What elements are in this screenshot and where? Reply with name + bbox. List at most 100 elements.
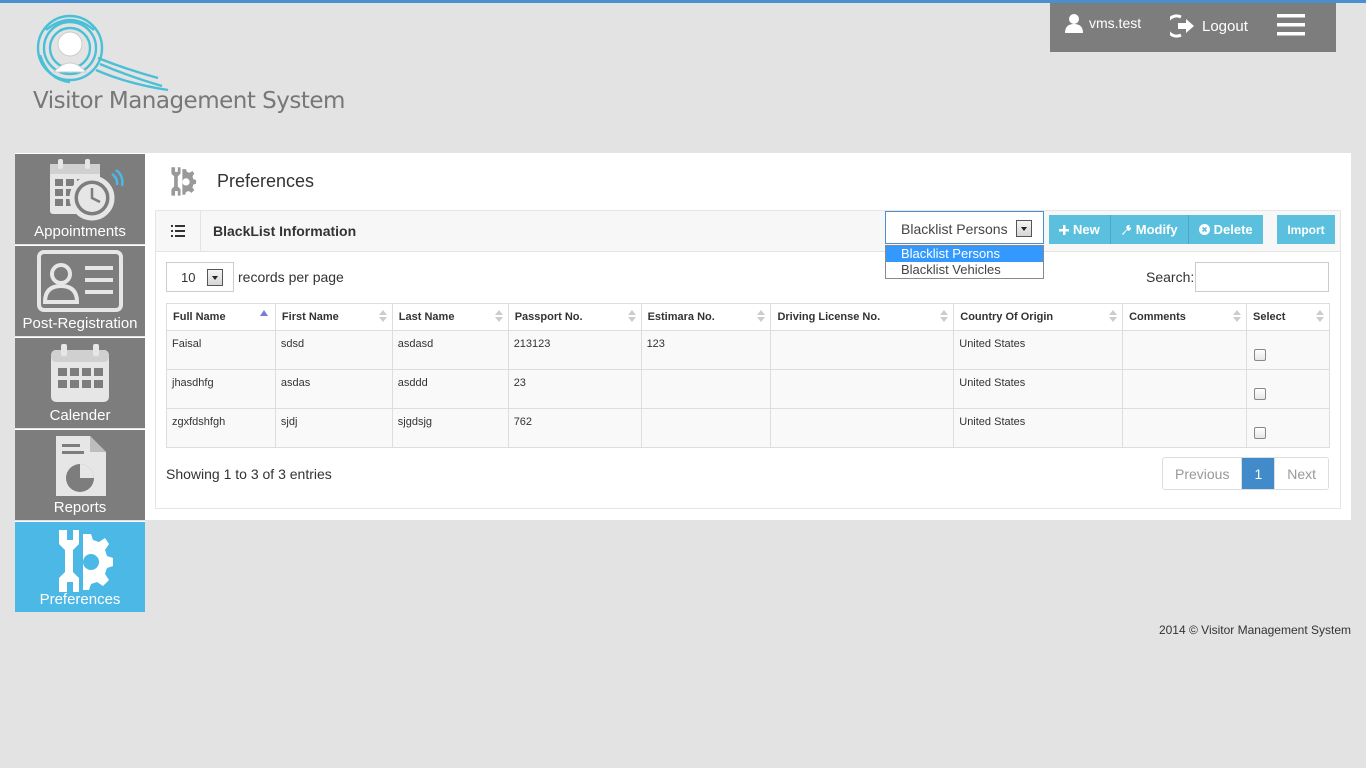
- blacklist-table: Full Name First Name Last Name Passport …: [166, 303, 1331, 448]
- blacklist-type-select[interactable]: Blacklist Persons: [885, 211, 1044, 244]
- column-header-full-name[interactable]: Full Name: [166, 303, 276, 331]
- column-header-select[interactable]: Select: [1245, 303, 1331, 331]
- new-button[interactable]: New: [1049, 215, 1111, 244]
- logout-icon: [1170, 14, 1194, 38]
- calendar-icon: [51, 344, 109, 402]
- app-logo-text: Visitor Management System: [33, 88, 345, 114]
- action-button-group: New Modify Delete: [1049, 215, 1263, 244]
- column-label: Select: [1252, 311, 1286, 323]
- cell-first-name: sdsd: [274, 330, 393, 370]
- cell-passport-no: 23: [507, 369, 642, 409]
- column-header-driving-license-no[interactable]: Driving License No.: [770, 303, 955, 331]
- logout-button[interactable]: Logout: [1170, 14, 1248, 38]
- wrench-icon: [1121, 224, 1132, 235]
- preferences-icon: [171, 167, 197, 196]
- app-logo[interactable]: Visitor Management System: [28, 10, 345, 120]
- cell-last-name: asdasd: [391, 330, 509, 370]
- column-header-passport-no[interactable]: Passport No.: [507, 303, 642, 331]
- search-area: Search:: [1146, 262, 1330, 292]
- box-header: BlackList Information Blacklist Persons …: [156, 211, 1340, 279]
- column-header-first-name[interactable]: First Name: [274, 303, 393, 331]
- sidebar-item-appointments[interactable]: Appointments: [15, 153, 145, 244]
- column-label: Comments: [1129, 311, 1186, 323]
- dropdown-option-blacklist-persons[interactable]: Blacklist Persons: [886, 246, 1043, 262]
- fingerprint-magnifier-icon: [36, 14, 169, 92]
- search-input[interactable]: [1195, 262, 1330, 292]
- sidebar-item-calender[interactable]: Calender: [15, 337, 145, 428]
- sidebar-item-post-registration[interactable]: Post-Registration: [15, 245, 145, 336]
- column-header-country-of-origin[interactable]: Country Of Origin: [953, 303, 1124, 331]
- page-length-value: 10: [181, 270, 196, 285]
- modify-button-label: Modify: [1135, 222, 1178, 237]
- blacklist-type-dropdown: Blacklist Persons Blacklist Vehicles: [885, 245, 1044, 279]
- search-label: Search:: [1146, 269, 1195, 285]
- sort-icon: [1109, 310, 1118, 322]
- next-page-button[interactable]: Next: [1275, 458, 1329, 489]
- wrench-gear-icon: [59, 530, 113, 592]
- page-length-select[interactable]: 10: [166, 262, 234, 292]
- column-label: Driving License No.: [777, 311, 881, 323]
- column-label: Last Name: [398, 311, 455, 323]
- records-per-page: 10 records per page: [166, 262, 344, 292]
- row-select-checkbox[interactable]: [1253, 427, 1266, 439]
- cell-select: [1245, 408, 1331, 448]
- box-title: BlackList Information: [213, 223, 357, 239]
- column-header-last-name[interactable]: Last Name: [391, 303, 509, 331]
- dropdown-option-blacklist-vehicles[interactable]: Blacklist Vehicles: [886, 262, 1043, 278]
- pagination: Previous 1 Next: [1162, 457, 1330, 490]
- cell-select: [1245, 369, 1331, 409]
- table-row[interactable]: Faisal sdsd asdasd 213123 123 United Sta…: [166, 330, 1331, 370]
- user-profile-link[interactable]: vms.test: [1065, 13, 1141, 33]
- sort-icon: [378, 310, 387, 322]
- row-select-checkbox[interactable]: [1253, 388, 1266, 400]
- delete-button[interactable]: Delete: [1188, 215, 1263, 244]
- column-label: Full Name: [173, 311, 226, 323]
- cell-last-name: sjgdsjg: [391, 408, 509, 448]
- sidebar-label-appointments: Appointments: [34, 223, 126, 240]
- blacklist-type-value: Blacklist Persons: [901, 221, 1008, 237]
- sort-icon: [757, 310, 766, 322]
- column-header-estimara-no[interactable]: Estimara No.: [640, 303, 772, 331]
- sort-asc-icon: [259, 310, 268, 316]
- previous-page-button[interactable]: Previous: [1163, 458, 1243, 489]
- sidebar-label-preferences: Preferences: [39, 591, 121, 608]
- table-header-row: Full Name First Name Last Name Passport …: [166, 303, 1331, 331]
- column-label: Estimara No.: [647, 311, 715, 323]
- chevron-down-icon: [207, 269, 223, 286]
- cell-country-of-origin: United States: [953, 330, 1124, 370]
- cell-country-of-origin: United States: [953, 408, 1124, 448]
- cell-passport-no: 213123: [507, 330, 642, 370]
- cell-estimara-no: 123: [640, 330, 772, 370]
- cell-full-name: Faisal: [166, 330, 276, 370]
- delete-button-label: Delete: [1213, 222, 1253, 237]
- cell-full-name: zgxfdshfgh: [166, 408, 276, 448]
- column-header-comments[interactable]: Comments: [1122, 303, 1247, 331]
- sidebar-item-preferences[interactable]: Preferences: [15, 521, 145, 612]
- blacklist-box: BlackList Information Blacklist Persons …: [155, 210, 1341, 509]
- cell-last-name: asddd: [391, 369, 509, 409]
- sort-icon: [1316, 310, 1324, 322]
- sidebar-item-reports[interactable]: Reports: [15, 429, 145, 520]
- cell-comments: [1122, 369, 1247, 409]
- cell-first-name: asdas: [274, 369, 393, 409]
- sort-icon: [494, 310, 503, 322]
- cell-driving-license-no: [770, 408, 955, 448]
- hamburger-menu-button[interactable]: [1276, 12, 1306, 38]
- new-button-label: New: [1073, 222, 1100, 237]
- sort-icon: [940, 310, 949, 322]
- footer-copyright: 2014 © Visitor Management System: [1158, 623, 1351, 637]
- cell-estimara-no: [640, 408, 772, 448]
- user-panel: vms.test Logout: [1050, 3, 1336, 52]
- report-icon: [56, 436, 106, 496]
- page-1-button[interactable]: 1: [1242, 458, 1276, 489]
- sort-icon: [627, 310, 636, 322]
- cell-driving-license-no: [770, 330, 955, 370]
- close-circle-icon: [1198, 224, 1210, 235]
- row-select-checkbox[interactable]: [1253, 349, 1266, 361]
- cell-comments: [1122, 408, 1247, 448]
- modify-button[interactable]: Modify: [1110, 215, 1189, 244]
- table-row[interactable]: zgxfdshfgh sjdj sjgdsjg 762 United State…: [166, 408, 1331, 448]
- import-button[interactable]: Import: [1277, 215, 1335, 244]
- table-row[interactable]: jhasdhfg asdas asddd 23 United States: [166, 369, 1331, 409]
- sidebar-label-calender: Calender: [49, 407, 111, 424]
